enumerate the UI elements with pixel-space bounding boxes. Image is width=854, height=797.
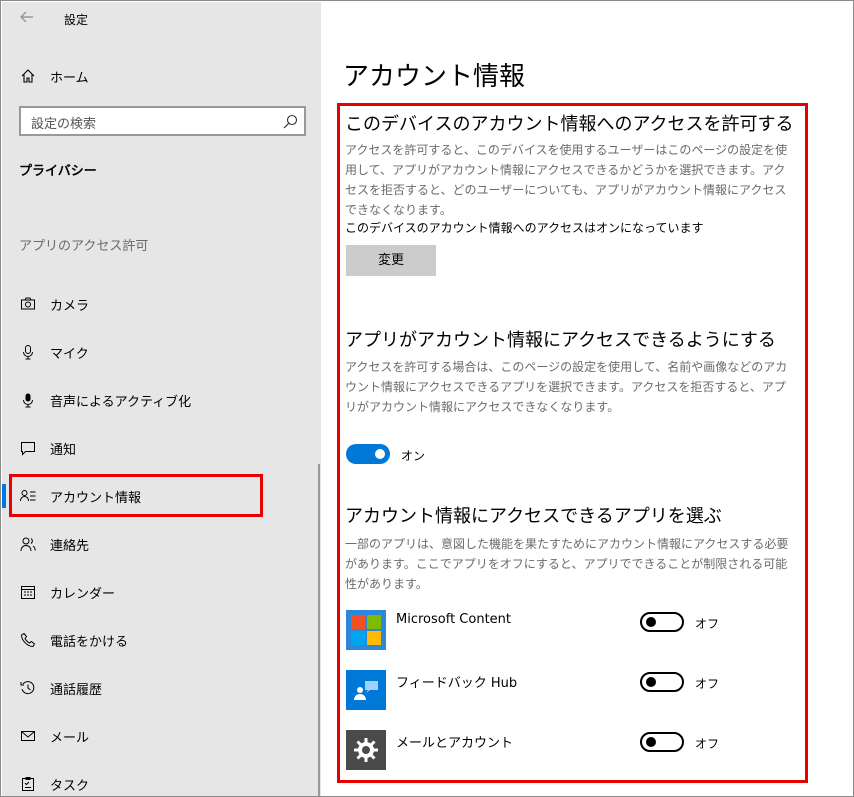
call-history-icon [18, 678, 38, 698]
app-row-feedback-hub: フィードバック Hub オフ [346, 670, 796, 710]
gear-icon [346, 730, 386, 770]
sidebar-item-microphone[interactable]: マイク [2, 330, 321, 374]
sidebar-item-label: 通知 [50, 443, 77, 458]
sidebar-item-label: 連絡先 [50, 539, 90, 554]
app-row-microsoft-content: Microsoft Content オフ [346, 610, 796, 650]
microsoft-logo-icon [346, 610, 386, 650]
sidebar-item-label: 音声によるアクティブ化 [50, 395, 192, 410]
sidebar-scrollbar[interactable] [318, 464, 320, 796]
calendar-icon [18, 582, 38, 602]
main-content: アカウント情報 このデバイスのアカウント情報へのアクセスを許可する アクセスを許… [321, 2, 853, 796]
sidebar: 設定 ホーム 設定の検索 プライバシー アプリのアクセス許可 カメラ マイク 音… [2, 2, 321, 796]
sidebar-item-label: タスク [50, 779, 90, 794]
device-access-status: このデバイスのアカウント情報へのアクセスはオンになっています [345, 221, 704, 235]
app-name: フィードバック Hub [396, 676, 518, 691]
change-button[interactable]: 変更 [346, 245, 436, 276]
sidebar-item-label: マイク [50, 347, 89, 362]
sidebar-item-home[interactable]: ホーム [2, 58, 321, 94]
group-title: アプリのアクセス許可 [19, 239, 149, 254]
device-access-heading: このデバイスのアカウント情報へのアクセスを許可する [345, 114, 794, 135]
sidebar-item-label: 通話履歴 [50, 683, 103, 698]
device-access-description: アクセスを許可すると、このデバイスを使用するユーザーはこのページの設定を使用して… [345, 143, 788, 217]
app-toggle-state: オフ [695, 617, 720, 631]
phone-icon [18, 630, 38, 650]
back-arrow-icon [20, 11, 33, 23]
camera-icon [18, 294, 38, 314]
microphone-icon [18, 342, 38, 362]
toggle-knob [646, 617, 656, 627]
choose-apps-heading: アカウント情報にアクセスできるアプリを選ぶ [345, 506, 722, 527]
search-placeholder: 設定の検索 [31, 117, 97, 132]
settings-window: 設定 ホーム 設定の検索 プライバシー アプリのアクセス許可 カメラ マイク 音… [0, 0, 854, 797]
title-bar: 設定 [2, 2, 321, 36]
mail-icon [18, 726, 38, 746]
app-access-heading: アプリがアカウント情報にアクセスできるようにする [345, 330, 776, 351]
sidebar-item-label: 電話をかける [50, 635, 129, 650]
voice-activation-icon [18, 390, 38, 410]
home-icon [18, 66, 38, 86]
app-toggle-feedback-hub[interactable] [640, 672, 684, 692]
sidebar-item-notifications[interactable]: 通知 [2, 426, 321, 470]
sidebar-item-call-history[interactable]: 通話履歴 [2, 666, 321, 710]
sidebar-item-mail[interactable]: メール [2, 714, 321, 758]
sidebar-item-tasks[interactable]: タスク [2, 762, 321, 796]
sidebar-item-phone-call[interactable]: 電話をかける [2, 618, 321, 662]
feedback-hub-icon [346, 670, 386, 710]
app-toggle-microsoft-content[interactable] [640, 612, 684, 632]
app-access-description: アクセスを許可する場合は、このページの設定を使用して、名前や画像などのアカウント… [345, 360, 788, 414]
sidebar-item-contacts[interactable]: 連絡先 [2, 522, 321, 566]
sidebar-item-voice-activation[interactable]: 音声によるアクティブ化 [2, 378, 321, 422]
notification-icon [18, 438, 38, 458]
app-toggle-state: オフ [695, 737, 720, 751]
highlight-box-account-info [9, 474, 263, 517]
back-button[interactable] [16, 8, 38, 30]
app-access-toggle[interactable] [346, 444, 390, 464]
contacts-icon [18, 534, 38, 554]
sidebar-item-calendar[interactable]: カレンダー [2, 570, 321, 614]
app-toggle-mail-and-accounts[interactable] [640, 732, 684, 752]
toggle-knob [375, 449, 385, 459]
section-title: プライバシー [19, 164, 97, 179]
app-toggle-state: オフ [695, 677, 720, 691]
toggle-knob [646, 737, 656, 747]
tasks-icon [18, 774, 38, 794]
window-title: 設定 [64, 13, 89, 27]
selection-indicator [2, 484, 6, 508]
search-input[interactable]: 設定の検索 [19, 106, 306, 136]
app-name: Microsoft Content [396, 612, 511, 627]
choose-apps-description: 一部のアプリは、意図した機能を果たすためにアカウント情報にアクセスする必要があり… [345, 537, 789, 591]
search-icon [283, 114, 298, 129]
sidebar-item-label: カメラ [50, 299, 90, 314]
app-name: メールとアカウント [396, 736, 514, 751]
sidebar-item-label: カレンダー [50, 587, 116, 602]
app-row-mail-and-accounts: メールとアカウント オフ [346, 730, 796, 770]
sidebar-item-camera[interactable]: カメラ [2, 282, 321, 326]
page-title: アカウント情報 [343, 62, 526, 92]
app-access-toggle-state: オン [401, 449, 426, 463]
toggle-knob [646, 677, 656, 687]
sidebar-item-label: メール [50, 731, 90, 746]
sidebar-item-label: ホーム [50, 71, 89, 86]
